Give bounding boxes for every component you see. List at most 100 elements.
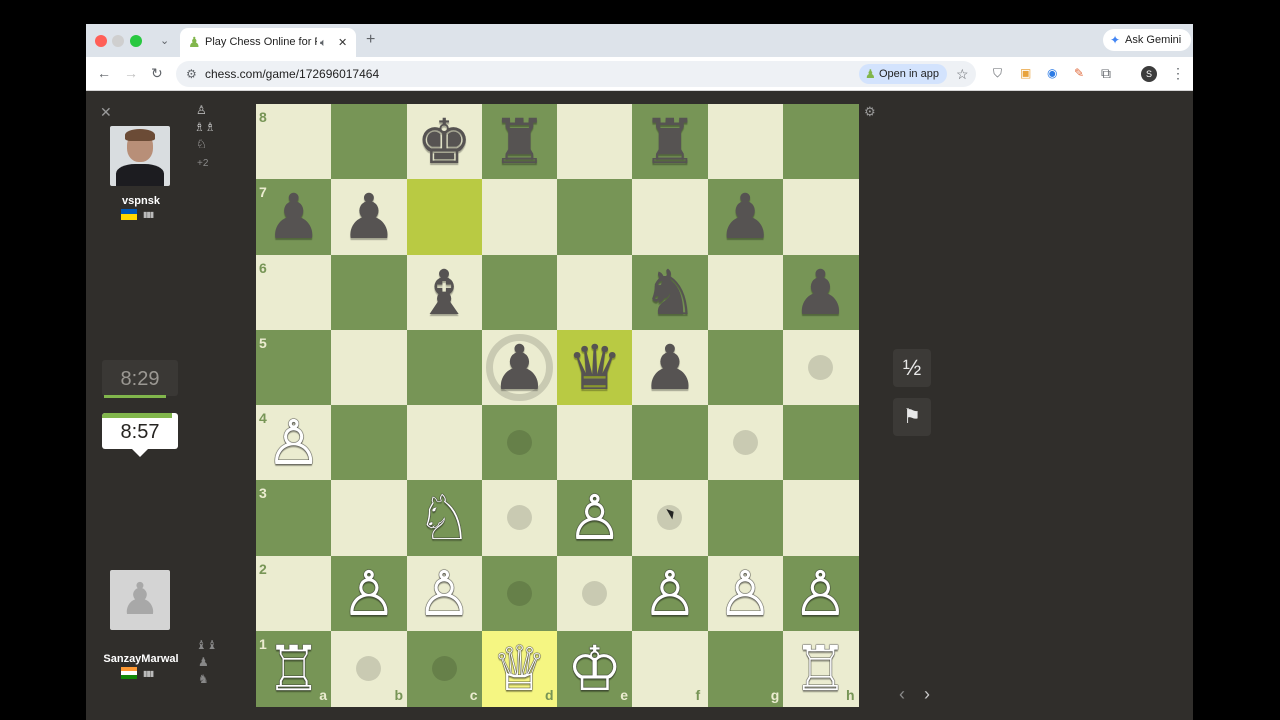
white-piece-d1[interactable]: ♕ [482,631,557,706]
file-label: g [770,687,780,703]
square-g8[interactable] [707,104,784,180]
extension-blue-icon[interactable]: ◉ [1047,66,1057,80]
board-settings-gear-icon[interactable]: ⚙ [864,104,876,120]
player-avatar[interactable]: ♟ [110,570,170,630]
square-h7[interactable] [782,179,859,255]
bookmark-star-icon[interactable]: ☆ [956,67,969,81]
black-piece-g7[interactable]: ♟ [708,179,783,254]
square-b5[interactable] [331,329,407,406]
chess-board[interactable]: 8 7 6 5 4 3 2 1 a b c d e f g h ♚ ♜ ♜ ♟ ♟ ♟ ♝ ♞ ♟ ♟ ♛ ♟ ♙ ♘ ♙ ♙ ♙ ♙ ♙ ♙ ♖ ♕ ♔ ♖ [256,104,859,707]
black-piece-f5[interactable]: ♟ [632,330,707,405]
square-a3[interactable] [256,480,332,556]
square-b6[interactable] [331,254,407,331]
white-piece-c3[interactable]: ♘ [407,480,482,555]
square-g5[interactable] [707,329,784,406]
black-piece-e5[interactable]: ♛ [557,330,632,405]
omnibox[interactable]: ⚙ chess.com/game/172696017464 ♟ Open in … [176,61,976,87]
open-in-app-button[interactable]: ♟ Open in app [859,64,947,84]
extensions-puzzle-icon[interactable]: ⧉ [1101,66,1111,80]
white-piece-h2[interactable]: ♙ [783,556,858,631]
square-c4[interactable] [406,405,483,481]
square-a8[interactable] [256,104,332,180]
square-g3[interactable] [707,480,784,556]
previous-move-icon[interactable]: ‹ [899,684,905,705]
square-h8[interactable] [782,104,859,180]
back-icon[interactable]: ← [97,66,111,80]
white-piece-c2[interactable]: ♙ [407,556,482,631]
square-a5[interactable] [256,329,332,406]
square-e6[interactable] [557,254,633,331]
square-b4[interactable] [331,405,407,481]
square-d6[interactable] [481,254,558,331]
extension-pen-icon[interactable]: ✎ [1074,66,1084,80]
white-piece-a4[interactable]: ♙ [256,405,331,480]
move-hint-dot[interactable] [506,430,532,456]
tab-search-icon[interactable]: ⌄ [160,34,169,48]
black-piece-f6[interactable]: ♞ [632,255,707,330]
extension-icon[interactable]: ▣ [1020,66,1031,80]
black-piece-f8[interactable]: ♜ [632,104,707,179]
ask-gemini-button[interactable]: ✦ Ask Gemini [1103,29,1192,51]
black-piece-a7[interactable]: ♟ [256,179,331,254]
player-captured-pawn-icon: ♟ [198,655,209,669]
offer-draw-button[interactable]: ½ [893,349,931,387]
shield-extension-icon[interactable]: ⛉ [993,66,1002,80]
url-text[interactable]: chess.com/game/172696017464 [205,67,379,81]
site-info-icon[interactable]: ⚙ [186,67,197,81]
maximize-window-button[interactable] [130,35,142,47]
close-window-button[interactable] [95,35,107,47]
player-clock-time: 8:57 [120,421,160,443]
black-piece-c8[interactable]: ♚ [407,104,482,179]
black-piece-h6[interactable]: ♟ [783,255,858,330]
opponent-name[interactable]: vspnsk [86,195,196,207]
square-b8[interactable] [331,104,407,180]
square-e8[interactable] [557,104,633,180]
tab-title: Play Chess Online for FREE [205,36,317,48]
reload-icon[interactable]: ↻ [151,66,163,80]
square-e4[interactable] [557,405,633,481]
square-f4[interactable] [632,405,708,481]
close-tab-icon[interactable]: ✕ [338,36,347,50]
new-tab-button[interactable]: + [366,32,375,48]
move-hint-dot[interactable] [807,354,833,380]
black-piece-d8[interactable]: ♜ [482,104,557,179]
next-move-icon[interactable]: › [924,684,930,705]
move-hint-dot[interactable] [431,655,457,681]
forward-icon[interactable]: → [124,66,138,80]
square-f7[interactable] [632,179,708,255]
minimize-window-button[interactable] [112,35,124,47]
audio-icon[interactable]: 🔈︎ [320,36,327,50]
player-flag [121,667,137,679]
white-piece-g2[interactable]: ♙ [708,556,783,631]
move-hint-dot[interactable] [732,430,758,456]
square-a2[interactable] [256,555,332,632]
white-piece-h1[interactable]: ♖ [783,631,858,706]
white-piece-a1[interactable]: ♖ [256,631,331,706]
square-h3[interactable] [782,480,859,556]
browser-tab[interactable]: ♟ Play Chess Online for FREE 🔈︎ ✕ [180,28,356,57]
square-g6[interactable] [707,254,784,331]
white-piece-f2[interactable]: ♙ [632,556,707,631]
square-c7[interactable] [406,179,483,255]
black-piece-c6[interactable]: ♝ [407,255,482,330]
square-a6[interactable] [256,254,332,331]
square-e7[interactable] [557,179,633,255]
square-d7[interactable] [481,179,558,255]
white-piece-e3[interactable]: ♙ [557,480,632,555]
black-piece-b7[interactable]: ♟ [331,179,406,254]
ask-gemini-label: Ask Gemini [1125,34,1182,46]
close-panel-icon[interactable]: ✕ [100,104,112,121]
profile-avatar[interactable]: S [1141,66,1157,82]
move-hint-dot[interactable] [582,580,608,606]
square-h4[interactable] [782,405,859,481]
square-b3[interactable] [331,480,407,556]
square-c5[interactable] [406,329,483,406]
white-piece-b2[interactable]: ♙ [331,556,406,631]
resign-button[interactable]: ⚑ [893,398,931,436]
opponent-avatar[interactable] [110,126,170,186]
move-hint-dot[interactable] [506,580,532,606]
menu-icon[interactable]: ⋮ [1171,66,1185,80]
black-piece-d5[interactable]: ♟ [482,330,557,405]
white-piece-e1[interactable]: ♔ [557,631,632,706]
player-name[interactable]: SanzayMarwal [86,653,196,665]
